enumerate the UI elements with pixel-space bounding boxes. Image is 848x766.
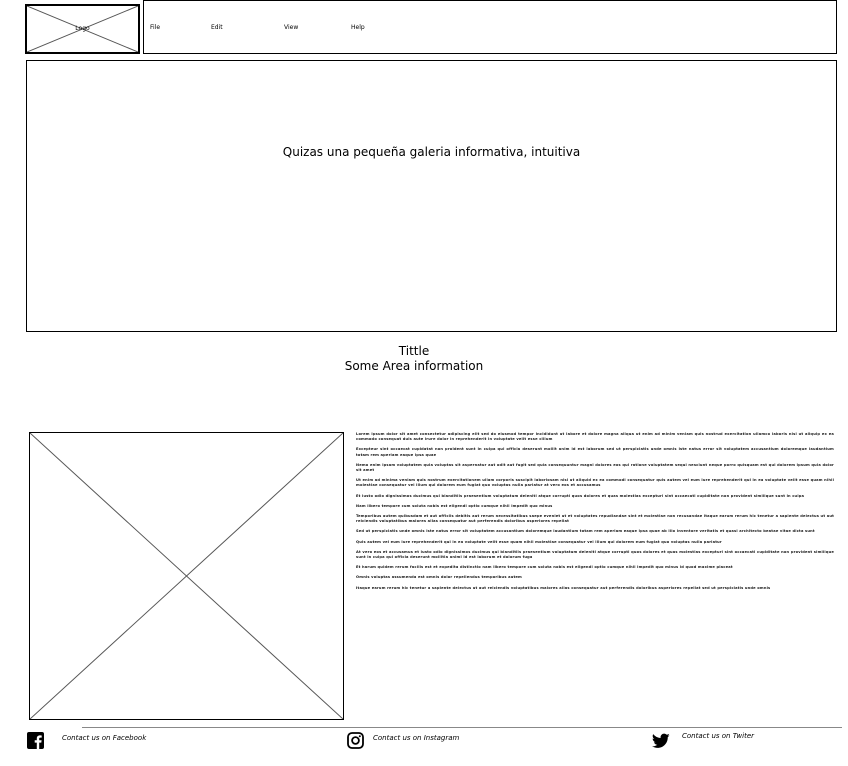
footer-divider [82,727,842,728]
article-paragraph: Ut enim ad minima veniam quis nostrum ex… [356,478,834,488]
logo-placeholder: Logo [25,4,140,54]
logo-label: Logo [75,25,90,32]
article-paragraph: Quis autem vel eum iure reprehenderit qu… [356,539,722,544]
twitter-icon [652,733,670,748]
article-paragraph: At vero eos et accusamus et iusto odio d… [356,549,834,560]
section-subtitle: Some Area information [344,359,484,373]
article-body: Lorem ipsum dolor sit amet consectetur a… [356,432,834,720]
article-paragraph: Lorem ipsum dolor sit amet consectetur a… [356,432,834,442]
article-paragraph: Nemo enim ipsam voluptatem quia voluptas… [356,462,834,473]
menu-item-view[interactable]: View [284,24,298,31]
instagram-contact-label: Contact us on Instagram [373,734,460,742]
facebook-contact-label: Contact us on Facebook [62,734,147,742]
menu-item-file[interactable]: File [150,24,160,31]
article-paragraph: Et iusto odio dignissimos ducimus qui bl… [356,493,805,498]
menu-item-help[interactable]: Help [351,24,365,31]
image-placeholder [29,432,344,720]
placeholder-cross-icon [30,433,343,719]
article-paragraph: Temporibus autem quibusdam et aut offici… [356,514,834,524]
instagram-icon [347,732,364,749]
article-paragraph: Excepteur sint occaecat cupidatat non pr… [356,447,834,457]
article-paragraph: Omnis voluptas assumenda est omnis dolor… [356,575,522,580]
section-title: Tittle [398,344,430,358]
facebook-icon [27,732,44,749]
twitter-contact-label: Contact us on Twiter [682,732,755,740]
gallery-banner[interactable]: Quizas una pequeña galeria informativa, … [26,60,837,332]
article-paragraph: Nam libero tempore cum soluta nobis est … [356,503,553,508]
article-paragraph: Itaque earum rerum hic tenetur a sapient… [356,585,771,590]
gallery-caption: Quizas una pequeña galeria informativa, … [282,145,581,159]
menu-bar: File Edit View Help [143,0,837,54]
menu-item-edit[interactable]: Edit [211,24,223,31]
article-paragraph: Et harum quidem rerum facilis est et exp… [356,565,733,570]
article-paragraph: Sed ut perspiciatis unde omnis iste natu… [356,529,815,534]
